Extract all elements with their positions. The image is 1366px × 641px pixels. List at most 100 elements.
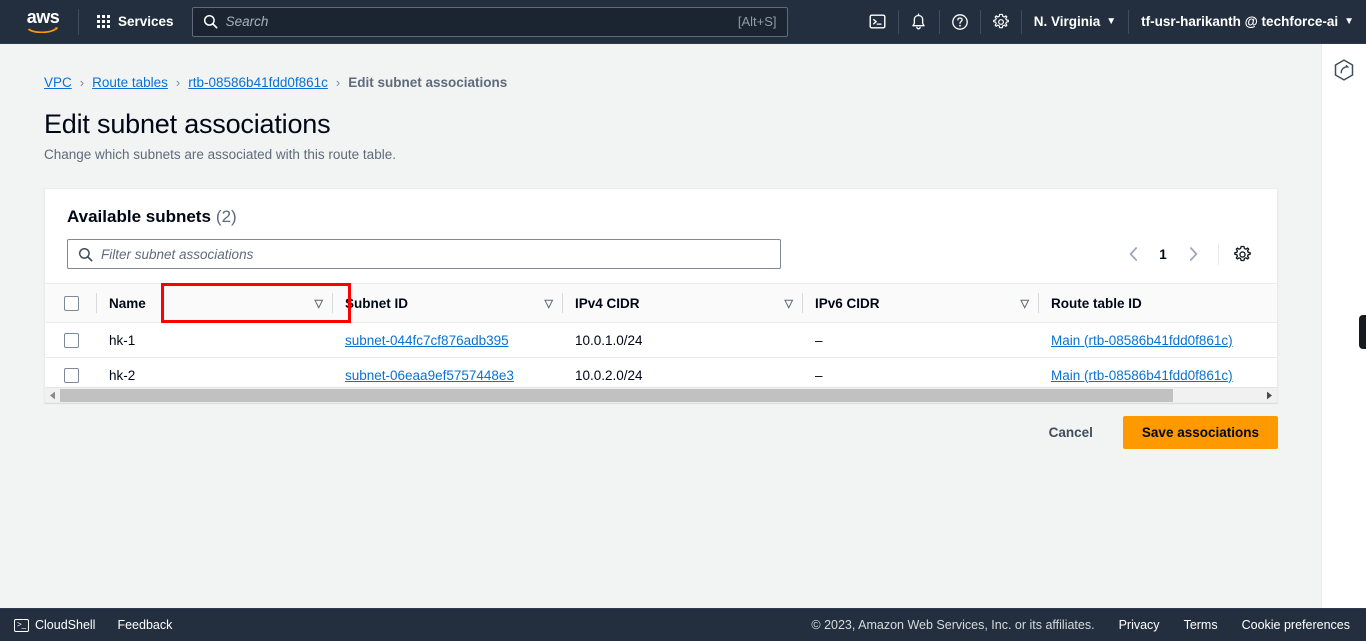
pagination-page-1[interactable]: 1 (1150, 247, 1176, 262)
table-row[interactable]: hk-1 subnet-044fc7cf876adb395 10.0.1.0/2… (45, 322, 1277, 358)
cell-ipv4-cidr: 10.0.1.0/24 (563, 322, 803, 358)
pagination-next-button[interactable] (1178, 239, 1208, 269)
account-label: tf-usr-harikanth @ techforce-ai (1141, 14, 1339, 29)
settings-icon[interactable] (981, 0, 1021, 44)
footer-bar: >_ CloudShell Feedback © 2023, Amazon We… (0, 608, 1366, 641)
breadcrumb-item-route-tables[interactable]: Route tables (92, 75, 168, 90)
column-header-subnet-id[interactable]: Subnet ID ▽ (333, 283, 563, 323)
breadcrumb-item-route-table-id[interactable]: rtb-08586b41fdd0f861c (188, 75, 328, 90)
table-preferences-button[interactable] (1229, 241, 1255, 267)
global-search-placeholder: Search (225, 14, 269, 29)
privacy-link[interactable]: Privacy (1119, 618, 1160, 632)
table-toolbar: Filter subnet associations 1 (45, 227, 1277, 269)
table-horizontal-scrollbar[interactable] (45, 387, 1277, 402)
breadcrumb-separator-icon: › (335, 75, 341, 90)
card-count: (2) (215, 207, 237, 226)
cell-ipv6-cidr: – (803, 357, 1039, 391)
right-side-panel (1321, 44, 1366, 608)
column-header-subnet-id-label: Subnet ID (345, 295, 408, 311)
cloudshell-icon[interactable] (858, 0, 898, 44)
footer-left-group: >_ CloudShell Feedback (0, 618, 172, 632)
cell-route-table-id: Main (rtb-08586b41fdd0f861c) (1039, 357, 1277, 391)
aws-hexagon-icon[interactable] (1332, 58, 1356, 82)
nav-divider (78, 8, 79, 35)
cell-name: hk-2 (97, 357, 333, 391)
card-header: Available subnets (2) (45, 189, 1277, 227)
breadcrumb: VPC › Route tables › rtb-08586b41fdd0f86… (0, 44, 1321, 90)
scroll-right-arrow-icon[interactable] (1262, 388, 1277, 403)
services-menu-button[interactable]: Services (87, 8, 184, 35)
notifications-icon[interactable] (899, 0, 939, 44)
column-header-route-table-id[interactable]: Route table ID (1039, 283, 1277, 323)
column-header-name[interactable]: Name ▽ (97, 283, 333, 323)
terms-link[interactable]: Terms (1184, 618, 1218, 632)
chevron-left-icon (1129, 247, 1137, 261)
available-subnets-card: Available subnets (2) Filter subnet asso… (44, 188, 1278, 403)
copyright-text: © 2023, Amazon Web Services, Inc. or its… (811, 618, 1095, 632)
pagination: 1 (1118, 239, 1255, 269)
route-table-id-link[interactable]: Main (rtb-08586b41fdd0f861c) (1051, 368, 1233, 383)
table-body: hk-1 subnet-044fc7cf876adb395 10.0.1.0/2… (45, 322, 1277, 391)
cell-subnet-id: subnet-044fc7cf876adb395 (333, 322, 563, 358)
help-icon[interactable] (940, 0, 980, 44)
sort-descending-icon[interactable]: ▽ (1011, 297, 1039, 310)
row-checkbox[interactable] (63, 367, 79, 383)
breadcrumb-separator-icon: › (79, 75, 85, 90)
grid-icon (97, 15, 110, 28)
available-subnets-table: Name ▽ Subnet ID ▽ IPv4 CIDR ▽ IPv6 CIDR… (45, 283, 1277, 391)
subnet-id-link[interactable]: subnet-06eaa9ef5757448e3 (345, 368, 514, 383)
chevron-right-icon (1189, 247, 1197, 261)
account-menu[interactable]: tf-usr-harikanth @ techforce-ai ▼ (1129, 0, 1366, 44)
select-all-checkbox[interactable] (63, 295, 79, 311)
cloudshell-label: CloudShell (35, 618, 96, 632)
subnet-id-link[interactable]: subnet-044fc7cf876adb395 (345, 333, 509, 348)
sort-descending-icon[interactable]: ▽ (535, 297, 563, 310)
column-header-name-label: Name (109, 295, 146, 311)
aws-wordmark: aws (26, 7, 60, 27)
column-header-ipv6-cidr[interactable]: IPv6 CIDR ▽ (803, 283, 1039, 323)
footer-right-group: © 2023, Amazon Web Services, Inc. or its… (811, 618, 1366, 632)
feedback-button[interactable]: Feedback (117, 618, 172, 632)
breadcrumb-item-vpc[interactable]: VPC (44, 75, 72, 90)
top-navigation-bar: aws Services Search [Alt+S] N. Virginia … (0, 0, 1366, 44)
chevron-down-icon: ▼ (1106, 15, 1117, 27)
scrollbar-thumb[interactable] (60, 388, 1173, 402)
card-title: Available subnets (67, 207, 211, 226)
global-search-input[interactable]: Search [Alt+S] (191, 6, 788, 37)
table-row[interactable]: hk-2 subnet-06eaa9ef5757448e3 10.0.2.0/2… (45, 357, 1277, 391)
cell-ipv4-cidr: 10.0.2.0/24 (563, 357, 803, 391)
chevron-down-icon: ▼ (1344, 15, 1354, 27)
breadcrumb-item-current: Edit subnet associations (348, 75, 508, 90)
aws-logo[interactable]: aws (16, 7, 70, 33)
cell-ipv6-cidr: – (803, 322, 1039, 358)
scrollbar-track[interactable] (60, 388, 1262, 403)
cookie-preferences-link[interactable]: Cookie preferences (1242, 618, 1350, 632)
page-description: Change which subnets are associated with… (44, 147, 396, 162)
select-all-header (45, 283, 97, 323)
column-header-ipv4-cidr[interactable]: IPv4 CIDR ▽ (563, 283, 803, 323)
column-header-route-table-id-label: Route table ID (1051, 295, 1142, 311)
table-header-row: Name ▽ Subnet ID ▽ IPv4 CIDR ▽ IPv6 CIDR… (45, 283, 1277, 323)
sort-descending-icon[interactable]: ▽ (305, 297, 333, 310)
scroll-left-arrow-icon[interactable] (45, 388, 60, 403)
table-head: Name ▽ Subnet ID ▽ IPv4 CIDR ▽ IPv6 CIDR… (45, 283, 1277, 323)
sort-descending-icon[interactable]: ▽ (775, 297, 803, 310)
row-select-cell (45, 357, 97, 391)
cancel-button[interactable]: Cancel (1031, 417, 1111, 448)
row-checkbox[interactable] (63, 332, 79, 348)
region-selector[interactable]: N. Virginia ▼ (1022, 0, 1128, 44)
panel-resize-handle[interactable] (1359, 315, 1366, 349)
search-shortcut-badge: [Alt+S] (737, 14, 777, 29)
save-associations-button[interactable]: Save associations (1122, 416, 1278, 449)
top-nav-right-group: N. Virginia ▼ tf-usr-harikanth @ techfor… (858, 0, 1366, 44)
main-content: VPC › Route tables › rtb-08586b41fdd0f86… (0, 44, 1321, 608)
pagination-previous-button[interactable] (1118, 239, 1148, 269)
breadcrumb-separator-icon: › (175, 75, 181, 90)
cloudshell-button[interactable]: >_ CloudShell (14, 618, 95, 632)
page-title: Edit subnet associations (44, 109, 331, 139)
route-table-id-link[interactable]: Main (rtb-08586b41fdd0f861c) (1051, 333, 1233, 348)
search-icon (203, 14, 218, 29)
services-label: Services (118, 14, 174, 29)
filter-placeholder: Filter subnet associations (101, 246, 254, 262)
filter-subnet-associations-input[interactable]: Filter subnet associations (67, 239, 781, 269)
